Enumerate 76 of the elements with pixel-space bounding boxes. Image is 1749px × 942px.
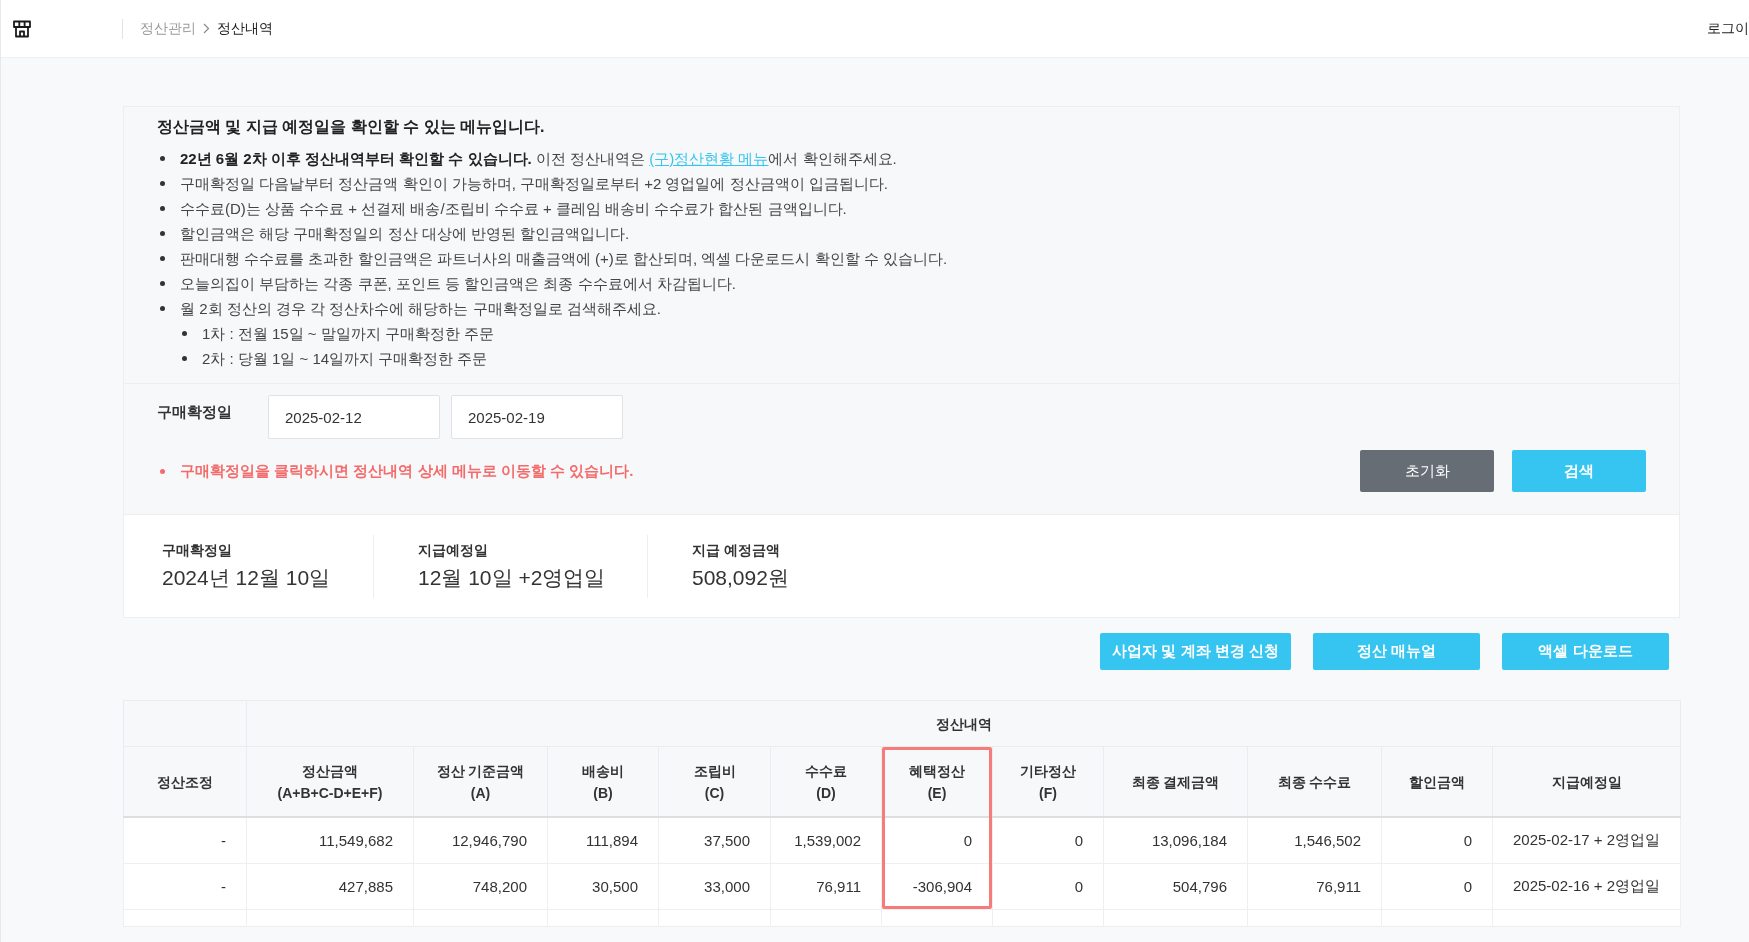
table-cell: 2025-02-17 + 2영업일	[1492, 817, 1681, 864]
table-cell: 37,500	[658, 817, 771, 864]
column-header: 최종 수수료	[1247, 746, 1382, 817]
summary-value: 2024년 12월 10일	[162, 564, 332, 591]
table-cell: 0	[1381, 863, 1493, 910]
column-header: 할인금액	[1381, 746, 1493, 817]
table-cell: 33,000	[658, 863, 771, 910]
bullet-icon	[160, 181, 165, 186]
table-cell: 30,500	[547, 863, 659, 910]
action-button[interactable]: 액셀 다운로드	[1502, 633, 1669, 670]
summary-value: 12월 10일 +2영업일	[418, 564, 607, 591]
table-cell: 0	[1381, 817, 1493, 864]
bullet-icon	[182, 356, 187, 361]
store-icon[interactable]	[12, 19, 32, 38]
action-button[interactable]: 사업자 및 계좌 변경 신청	[1100, 633, 1291, 670]
bullet-icon	[160, 468, 165, 474]
legacy-menu-link[interactable]: (구)정산현황 메뉴	[649, 150, 769, 167]
field-label: 구매확정일	[157, 402, 233, 422]
column-header: 기타정산 (F)	[992, 746, 1104, 817]
column-header: 정산 기준금액 (A)	[413, 746, 548, 817]
notice-text: 오늘의집이 부담하는 각종 쿠폰, 포인트 등 할인금액은 최종 수수료에서 차감됩니다.	[180, 274, 736, 294]
notice-text: 판매대행 수수료를 초과한 할인금액은 파트너사의 매출금액에 (+)로 합산되며, 엑셀 다운로드시 확인할 수 있습니다.	[180, 249, 948, 269]
table-cell: 13,096,184	[1103, 817, 1248, 864]
search-button[interactable]: 검색	[1512, 450, 1646, 492]
bullet-icon	[182, 331, 187, 336]
table-cell: -	[123, 817, 247, 864]
table-cell: -	[123, 863, 247, 910]
table-cell: 427,885	[246, 863, 414, 910]
breadcrumb-link[interactable]: 정산관리	[140, 19, 196, 38]
notice-text: 수수료(D)는 상품 수수료 + 선결제 배송/조립비 수수료 + 클레임 배송비 수수료가 합산된 금액입니다.	[180, 199, 847, 219]
notice-text: 구매확정일 다음날부터 정산금액 확인이 가능하며, 구매확정일로부터 +2 영업일에 정산금액이 입금됩니다.	[180, 174, 888, 194]
notice-title: 정산금액 및 지급 예정일을 확인할 수 있는 메뉴입니다.	[157, 117, 546, 137]
notice-text: 1차 : 전월 15일 ~ 말일까지 구매확정한 주문	[202, 324, 495, 344]
table-cell: 0	[992, 817, 1104, 864]
table-cell: 76,911	[1247, 863, 1382, 910]
summary-label: 구매확정일	[162, 540, 233, 560]
bullet-icon	[160, 256, 165, 261]
table-cell: 504,796	[1103, 863, 1248, 910]
table-cell: -306,904	[881, 863, 993, 910]
column-header: 지급예정일	[1492, 746, 1681, 817]
login-link[interactable]: 로그이	[1707, 19, 1749, 38]
bullet-icon	[160, 156, 165, 161]
notice-text: 월 2회 정산의 경우 각 정산차수에 해당하는 구매확정일로 검색해주세요.	[180, 299, 661, 319]
column-header: 수수료 (D)	[770, 746, 882, 817]
column-header: 정산금액 (A+B+C-D+E+F)	[246, 746, 414, 817]
summary-label: 지급예정일	[418, 540, 489, 560]
table-cell: 1,546,502	[1247, 817, 1382, 864]
table-cell: 0	[992, 863, 1104, 910]
date-field[interactable]: 2025-02-12	[268, 395, 440, 439]
bullet-icon	[160, 206, 165, 211]
table-cell: 11,549,682	[246, 817, 414, 864]
table-cell: 111,894	[547, 817, 659, 864]
column-header: 조립비 (C)	[658, 746, 771, 817]
bullet-icon	[160, 231, 165, 236]
notice-text: 구매확정일을 클릭하시면 정산내역 상세 메뉴로 이동할 수 있습니다.	[180, 461, 634, 481]
table-cell: 76,911	[770, 863, 882, 910]
notice-text: 할인금액은 해당 구매확정일의 정산 대상에 반영된 할인금액입니다.	[180, 224, 630, 244]
bullet-icon	[160, 306, 165, 311]
column-header: 최종 결제금액	[1103, 746, 1248, 817]
table-cell: 2025-02-16 + 2영업일	[1492, 863, 1681, 910]
bullet-icon	[160, 281, 165, 286]
column-header: 배송비 (B)	[547, 746, 659, 817]
table-cell: 12,946,790	[413, 817, 548, 864]
summary-label: 지급 예정금액	[692, 540, 781, 560]
column-header: 정산조정	[123, 746, 247, 817]
notice-text: 2차 : 당월 1일 ~ 14일까지 구매확정한 주문	[202, 349, 488, 369]
notice-text: 22년 6월 2차 이후 정산내역부터 확인할 수 있습니다. 이전 정산내역은 (구)정산현황 메뉴에서 확인해주세요.	[180, 149, 897, 169]
group-header: 정산내역	[246, 700, 1681, 747]
chevron-right-icon	[203, 23, 210, 34]
date-field[interactable]: 2025-02-19	[451, 395, 623, 439]
summary-value: 508,092원	[692, 564, 789, 591]
table-cell: 748,200	[413, 863, 548, 910]
table-cell: 1,539,002	[770, 817, 882, 864]
action-button[interactable]: 정산 매뉴얼	[1313, 633, 1480, 670]
reset-button[interactable]: 초기화	[1360, 450, 1494, 492]
breadcrumb-link[interactable]: 정산내역	[217, 19, 273, 38]
